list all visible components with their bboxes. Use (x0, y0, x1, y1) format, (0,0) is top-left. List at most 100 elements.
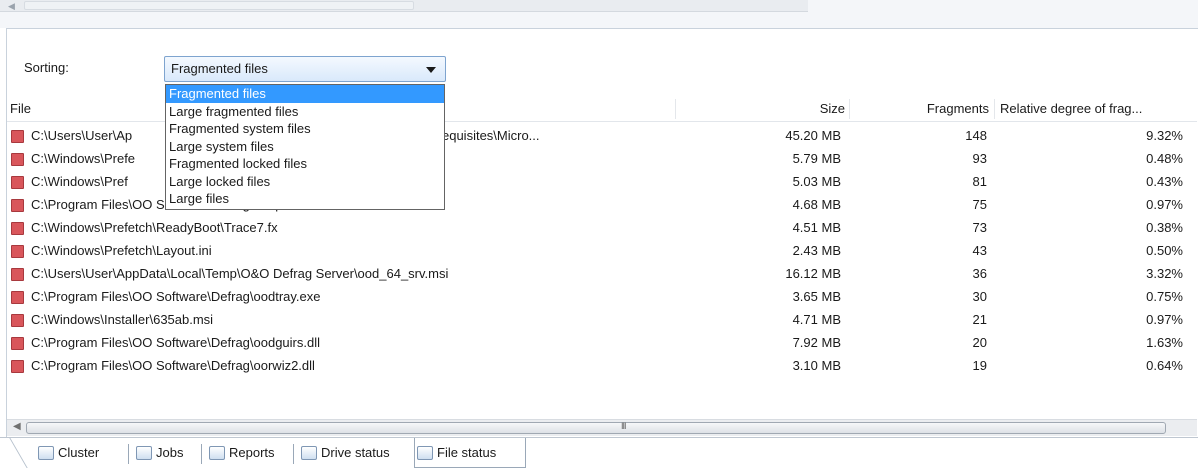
fragmented-file-icon (11, 130, 24, 143)
file-relative-degree: 0.75% (1146, 289, 1183, 304)
file-path: C:\Windows\Prefe (31, 151, 136, 166)
file-fragments: 93 (972, 151, 987, 166)
top-horizontal-scrollbar[interactable]: ◀ (0, 0, 808, 12)
fragmented-file-icon (11, 245, 24, 258)
tab-label: Cluster (58, 445, 100, 460)
sorting-option-large-locked-files[interactable]: Large locked files (166, 173, 444, 191)
column-header-size[interactable]: Size (767, 96, 845, 122)
sorting-option-fragmented-system-files[interactable]: Fragmented system files (166, 120, 444, 138)
column-divider[interactable] (849, 99, 850, 119)
scroll-left-arrow-icon[interactable]: ◀ (8, 1, 15, 12)
tab-label: Reports (229, 445, 275, 460)
jobs-icon (136, 446, 152, 460)
column-divider[interactable] (675, 99, 676, 119)
file-fragments: 148 (965, 128, 987, 143)
drive-status-icon (301, 446, 317, 460)
sorting-option-large-system-files[interactable]: Large system files (166, 138, 444, 156)
file-size: 3.65 MB (792, 289, 841, 304)
sorting-selected-value: Fragmented files (171, 61, 268, 76)
table-row[interactable]: C:\Program Files\OO Software\Defrag\oorw… (7, 354, 1197, 377)
file-size: 7.92 MB (792, 335, 841, 350)
file-fragments: 43 (972, 243, 987, 258)
tab-label: File status (437, 445, 497, 460)
file-fragments: 75 (972, 197, 987, 212)
chevron-down-icon[interactable] (426, 67, 436, 73)
tab-divider (201, 444, 202, 464)
file-size: 5.79 MB (792, 151, 841, 166)
column-header-fragments[interactable]: Fragments (867, 96, 989, 122)
tab-file-status[interactable]: File status (414, 438, 526, 468)
file-relative-degree: 0.38% (1146, 220, 1183, 235)
file-fragments: 36 (972, 266, 987, 281)
fragmented-file-icon (11, 268, 24, 281)
tab-reports[interactable]: Reports (207, 438, 275, 468)
file-size: 45.20 MB (785, 128, 841, 143)
fragmented-file-icon (11, 337, 24, 350)
scrollbar-grip: III (621, 421, 626, 431)
top-scrollbar-thumb[interactable] (24, 1, 414, 10)
horizontal-scrollbar[interactable]: ◀ III (7, 419, 1197, 436)
tab-drive-status[interactable]: Drive status (299, 438, 390, 468)
file-path: C:\Program Files\OO Software\Defrag\oodg… (31, 335, 320, 350)
fragmented-file-icon (11, 360, 24, 373)
fragmented-file-icon (11, 153, 24, 166)
fragmented-file-icon (11, 222, 24, 235)
cluster-icon (38, 446, 54, 460)
sorting-combobox[interactable]: Fragmented files (164, 56, 446, 82)
table-row[interactable]: C:\Windows\Prefetch\ReadyBoot\Trace7.fx … (7, 216, 1197, 239)
file-fragments: 81 (972, 174, 987, 189)
file-size: 16.12 MB (785, 266, 841, 281)
column-header-relative-degree[interactable]: Relative degree of frag... (1000, 96, 1190, 122)
file-fragments: 30 (972, 289, 987, 304)
bottom-tab-bar: Cluster Jobs Reports Drive status File s… (0, 437, 1198, 469)
file-path: C:\Windows\Prefetch\ReadyBoot\Trace7.fx (31, 220, 278, 235)
sorting-label: Sorting: (24, 60, 69, 75)
file-fragments: 73 (972, 220, 987, 235)
file-fragments: 19 (972, 358, 987, 373)
fragmented-file-icon (11, 291, 24, 304)
tab-label: Jobs (156, 445, 184, 460)
file-path: C:\Users\User\AppData\Local\Temp\O&O Def… (31, 266, 449, 281)
table-row[interactable]: C:\Users\User\AppData\Local\Temp\O&O Def… (7, 262, 1197, 285)
file-fragments: 21 (972, 312, 987, 327)
file-status-icon (417, 446, 433, 460)
file-relative-degree: 3.32% (1146, 266, 1183, 281)
file-relative-degree: 0.48% (1146, 151, 1183, 166)
column-header-file[interactable]: File (10, 96, 31, 122)
sorting-dropdown-list: Fragmented files Large fragmented files … (165, 84, 445, 210)
file-path: C:\Windows\Pref (31, 174, 128, 189)
table-row[interactable]: C:\Windows\Prefetch\Layout.ini 2.43 MB 4… (7, 239, 1197, 262)
scroll-left-arrow-icon[interactable]: ◀ (13, 421, 21, 432)
file-size: 4.68 MB (792, 197, 841, 212)
file-path: C:\Program Files\OO Software\Defrag\oorw… (31, 358, 315, 373)
sorting-option-large-fragmented-files[interactable]: Large fragmented files (166, 103, 444, 121)
column-divider[interactable] (994, 99, 995, 119)
sorting-option-fragmented-locked-files[interactable]: Fragmented locked files (166, 155, 444, 173)
table-row[interactable]: C:\Program Files\OO Software\Defrag\oodt… (7, 285, 1197, 308)
file-relative-degree: 0.43% (1146, 174, 1183, 189)
sorting-option-large-files[interactable]: Large files (166, 190, 444, 208)
fragmented-file-icon (11, 176, 24, 189)
file-size: 5.03 MB (792, 174, 841, 189)
reports-icon (209, 446, 225, 460)
tab-label: Drive status (321, 445, 390, 460)
file-fragments: 20 (972, 335, 987, 350)
file-path: C:\Windows\Prefetch\Layout.ini (31, 243, 212, 258)
file-path: C:\Program Files\OO Software\Defrag\oodt… (31, 289, 321, 304)
tab-cluster[interactable]: Cluster (36, 438, 99, 468)
file-size: 3.10 MB (792, 358, 841, 373)
file-relative-degree: 9.32% (1146, 128, 1183, 143)
sorting-option-fragmented-files[interactable]: Fragmented files (166, 85, 444, 103)
fragmented-file-icon (11, 199, 24, 212)
file-relative-degree: 0.64% (1146, 358, 1183, 373)
scrollbar-thumb[interactable]: III (26, 421, 1166, 434)
table-row[interactable]: C:\Windows\Installer\635ab.msi 4.71 MB 2… (7, 308, 1197, 331)
tab-divider (128, 444, 129, 464)
file-path: C:\Users\User\Ap (31, 128, 133, 143)
file-size: 4.51 MB (792, 220, 841, 235)
tab-jobs[interactable]: Jobs (134, 438, 183, 468)
table-row[interactable]: C:\Program Files\OO Software\Defrag\oodg… (7, 331, 1197, 354)
fragmented-file-icon (11, 314, 24, 327)
file-relative-degree: 1.63% (1146, 335, 1183, 350)
file-size: 4.71 MB (792, 312, 841, 327)
